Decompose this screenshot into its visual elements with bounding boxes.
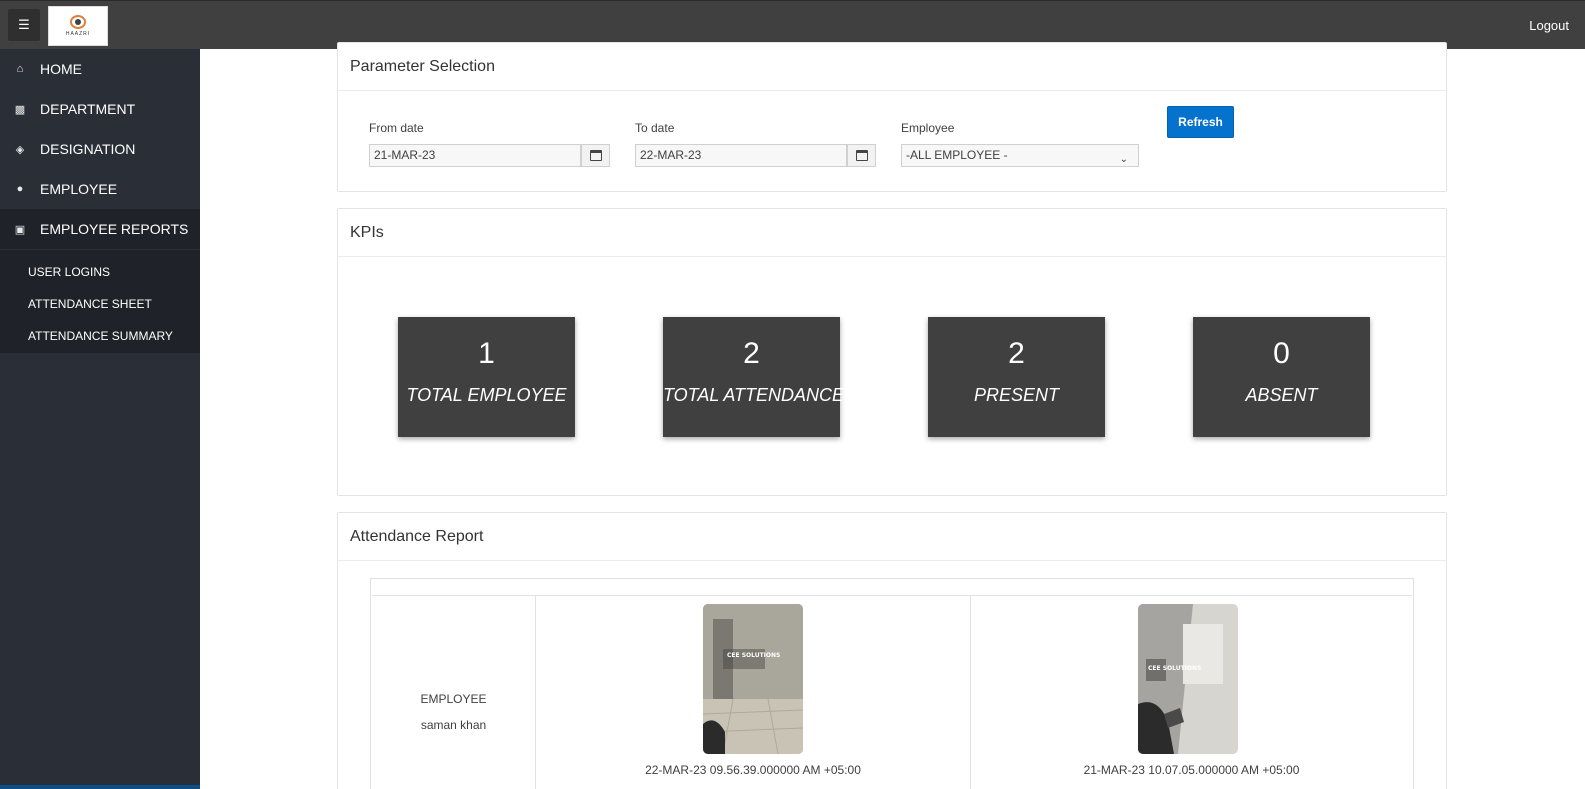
- employee-heading: EMPLOYEE: [420, 692, 487, 706]
- to-date-picker-button[interactable]: [847, 144, 876, 167]
- employee-name: saman khan: [420, 718, 487, 732]
- photo-sign-text: CEE SOLUTIONS: [1148, 665, 1201, 672]
- region-title: KPIs: [338, 209, 1446, 257]
- kpi-label: PRESENT: [973, 385, 1060, 405]
- sidebar-item-home[interactable]: ⌂ HOME: [0, 49, 200, 89]
- kpi-label: ABSENT: [1245, 385, 1318, 405]
- refresh-button[interactable]: Refresh: [1167, 106, 1234, 138]
- kpi-card-absent[interactable]: 0 ABSENT: [1193, 317, 1370, 437]
- sidebar-item-label: HOME: [40, 61, 82, 77]
- parameter-selection-region: Parameter Selection From date 21-MAR-23 …: [337, 42, 1447, 192]
- from-date-input[interactable]: 21-MAR-23: [369, 144, 581, 167]
- kpi-value: 2: [1008, 337, 1025, 370]
- attendance-photo[interactable]: CEE SOLUTIONS: [1138, 604, 1238, 754]
- attendance-photo-image: CEE SOLUTIONS: [703, 604, 803, 754]
- photo-sign-text: CEE SOLUTIONS: [727, 652, 780, 659]
- from-date-label: From date: [369, 121, 424, 135]
- logout-link[interactable]: Logout: [1529, 18, 1569, 33]
- kpi-label: TOTAL ATTENDANCE: [663, 385, 845, 405]
- chevron-down-icon: ⌄: [1119, 154, 1128, 165]
- region-title: Attendance Report: [338, 513, 1446, 561]
- to-date-label: To date: [635, 121, 675, 135]
- attendance-photo-image: CEE SOLUTIONS: [1138, 604, 1238, 754]
- sidebar-bottom-bar: [0, 785, 200, 789]
- sidebar-item-employee-reports[interactable]: ▣ EMPLOYEE REPORTS ⌄: [0, 209, 200, 249]
- table-row: EMPLOYEE saman khan CEE SOLUTIONS 22-MAR…: [372, 595, 1412, 789]
- id-card-icon: ▣: [14, 223, 26, 236]
- employee-label: Employee: [901, 121, 955, 135]
- department-icon: ▩: [14, 103, 26, 116]
- sidebar-item-label: DESIGNATION: [40, 141, 136, 157]
- kpi-card-total-employee[interactable]: 1 TOTAL EMPLOYEE: [398, 317, 575, 437]
- kpis-region: KPIs 1 TOTAL EMPLOYEE 2 TOTAL ATTENDANCE…: [337, 208, 1447, 496]
- sidebar-item-label: EMPLOYEE: [40, 181, 118, 197]
- sidebar-item-label: DEPARTMENT: [40, 101, 136, 117]
- kpi-card-present[interactable]: 2 PRESENT: [928, 317, 1105, 437]
- chevron-down-icon[interactable]: ⌄: [179, 221, 188, 234]
- kpi-value: 2: [743, 337, 760, 370]
- hamburger-menu-button[interactable]: ☰: [8, 9, 40, 41]
- calendar-icon: [589, 150, 602, 161]
- kpi-value: 1: [478, 337, 495, 370]
- designation-icon: ◈: [15, 143, 25, 156]
- sidebar-subitem-attendance-sheet[interactable]: ATTENDANCE SHEET: [28, 297, 152, 311]
- app-logo[interactable]: HAAZRI: [48, 6, 108, 46]
- calendar-icon: [855, 150, 868, 161]
- kpi-card-total-attendance[interactable]: 2 TOTAL ATTENDANCE: [663, 317, 845, 437]
- sidebar-submenu: USER LOGINS ATTENDANCE SHEET ATTENDANCE …: [0, 250, 200, 353]
- attendance-report-region: Attendance Report EMPLOYEE saman khan CE…: [337, 512, 1447, 789]
- kpi-label: TOTAL EMPLOYEE: [406, 385, 567, 405]
- logo-text: HAAZRI: [65, 31, 91, 37]
- sidebar-subitem-attendance-summary[interactable]: ATTENDANCE SUMMARY: [28, 329, 173, 343]
- region-title: Parameter Selection: [338, 43, 1446, 91]
- sidebar-subitem-user-logins[interactable]: USER LOGINS: [28, 265, 110, 279]
- sidebar-item-department[interactable]: ▩ DEPARTMENT: [0, 89, 200, 129]
- attendance-entry-cell: CEE SOLUTIONS 22-MAR-23 09.56.39.000000 …: [535, 596, 970, 789]
- employee-icon: ●: [16, 183, 24, 195]
- employee-select-value: -ALL EMPLOYEE -: [906, 148, 1008, 162]
- sidebar-item-label: EMPLOYEE REPORTS: [40, 221, 189, 237]
- sidebar-item-designation[interactable]: ◈ DESIGNATION: [0, 129, 200, 169]
- logo-mark: [70, 15, 86, 29]
- hamburger-icon: ☰: [18, 17, 30, 32]
- to-date-input[interactable]: 22-MAR-23: [635, 144, 847, 167]
- attendance-timestamp: 22-MAR-23 09.56.39.000000 AM +05:00: [645, 763, 861, 777]
- attendance-photo[interactable]: CEE SOLUTIONS: [703, 604, 803, 754]
- kpi-value: 0: [1273, 337, 1290, 370]
- attendance-report-table: EMPLOYEE saman khan CEE SOLUTIONS 22-MAR…: [370, 578, 1414, 789]
- attendance-entry-cell: CEE SOLUTIONS 21-MAR-23 10.07.05.000000 …: [970, 596, 1412, 789]
- employee-select[interactable]: -ALL EMPLOYEE - ⌄: [901, 144, 1139, 167]
- employee-cell: EMPLOYEE saman khan: [372, 596, 535, 789]
- sidebar: ⌂ HOME ▩ DEPARTMENT ◈ DESIGNATION ● EMPL…: [0, 49, 200, 789]
- sidebar-item-employee[interactable]: ● EMPLOYEE: [0, 169, 200, 209]
- from-date-picker-button[interactable]: [581, 144, 610, 167]
- home-icon: ⌂: [16, 63, 24, 75]
- attendance-timestamp: 21-MAR-23 10.07.05.000000 AM +05:00: [1083, 763, 1300, 777]
